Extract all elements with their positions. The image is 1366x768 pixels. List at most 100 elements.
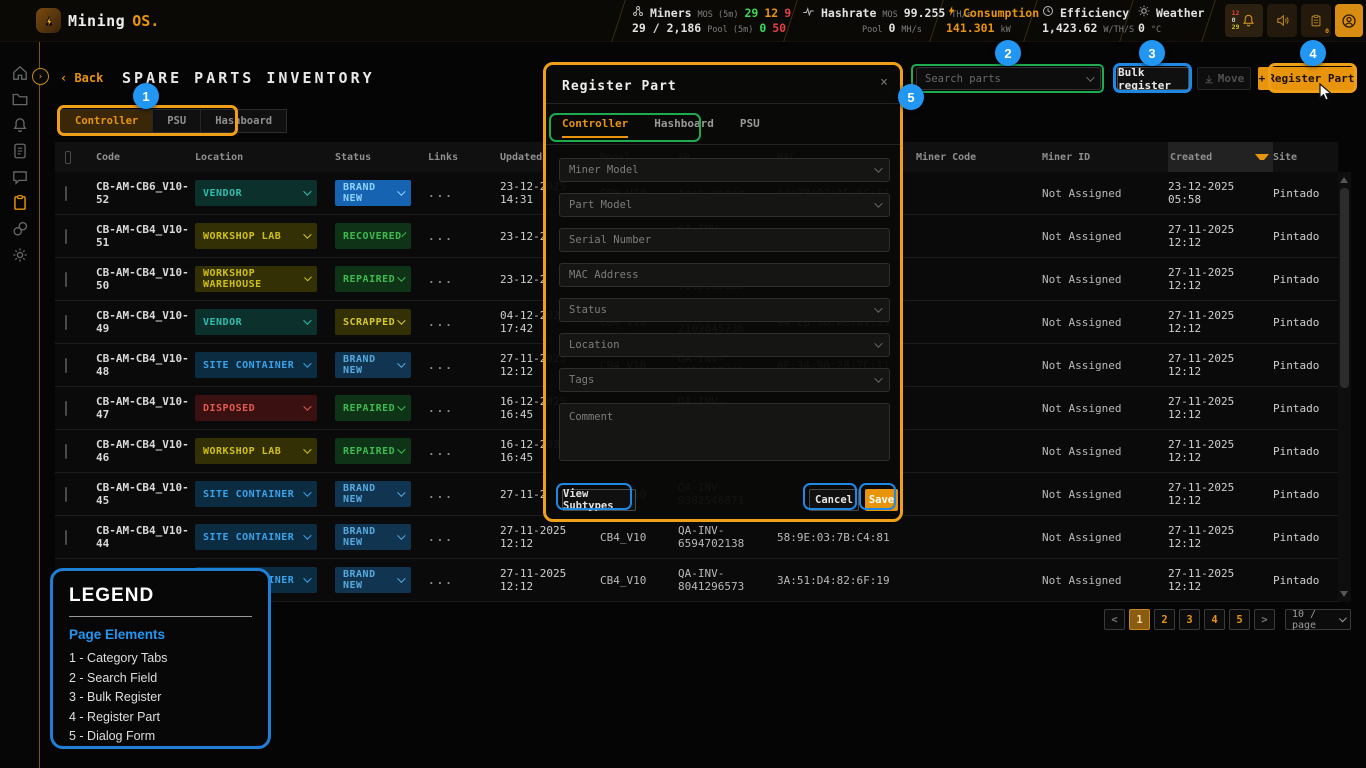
tags-select[interactable]: Tags bbox=[559, 368, 890, 392]
location-dropdown[interactable]: WORKSHOP LAB bbox=[195, 438, 317, 464]
status-dropdown[interactable]: BRAND NEW bbox=[335, 180, 411, 206]
row-links-menu[interactable]: ... bbox=[428, 273, 500, 286]
row-links-menu[interactable]: ... bbox=[428, 531, 500, 544]
tab-psu[interactable]: PSU bbox=[153, 110, 201, 132]
folder-icon[interactable] bbox=[11, 90, 29, 108]
row-links-menu[interactable]: ... bbox=[428, 574, 500, 587]
miner-model-select[interactable]: Miner Model bbox=[559, 158, 890, 182]
scroll-down-icon[interactable] bbox=[1340, 591, 1348, 597]
row-links-menu[interactable]: ... bbox=[428, 488, 500, 501]
mac-address-input[interactable]: MAC Address bbox=[559, 263, 890, 287]
sidebar-expand-button[interactable]: › bbox=[32, 68, 49, 85]
row-checkbox[interactable] bbox=[65, 401, 67, 416]
cancel-button[interactable]: Cancel bbox=[809, 489, 859, 511]
location-dropdown[interactable]: SITE CONTAINER bbox=[195, 524, 317, 550]
row-checkbox[interactable] bbox=[65, 358, 67, 373]
search-input[interactable]: Search parts bbox=[916, 67, 1101, 90]
row-checkbox[interactable] bbox=[65, 487, 67, 502]
page-2-button[interactable]: 2 bbox=[1154, 609, 1175, 630]
row-links-menu[interactable]: ... bbox=[428, 316, 500, 329]
documents-icon[interactable] bbox=[11, 142, 29, 160]
dialog-tab-psu[interactable]: PSU bbox=[740, 117, 760, 138]
bulk-register-button[interactable]: Bulk register bbox=[1117, 67, 1189, 90]
assets-icon[interactable] bbox=[11, 220, 29, 238]
page-4-button[interactable]: 4 bbox=[1204, 609, 1225, 630]
spare-parts-icon[interactable] bbox=[11, 194, 29, 212]
status-dropdown[interactable]: REPAIRED bbox=[335, 438, 411, 464]
row-links-menu[interactable]: ... bbox=[428, 402, 500, 415]
row-checkbox[interactable] bbox=[65, 229, 67, 244]
comment-textarea[interactable]: Comment bbox=[559, 403, 890, 461]
close-icon[interactable]: × bbox=[880, 75, 888, 90]
legend-item: 1 - Category Tabs bbox=[69, 651, 252, 665]
save-button[interactable]: Save bbox=[865, 489, 898, 511]
alerts-icon[interactable] bbox=[11, 116, 29, 134]
tab-controller[interactable]: Controller bbox=[61, 110, 153, 132]
move-button[interactable]: Move bbox=[1197, 67, 1251, 90]
scrollbar-thumb[interactable] bbox=[1340, 188, 1349, 388]
header-code[interactable]: Code bbox=[96, 152, 195, 163]
status-dropdown[interactable]: REPAIRED bbox=[335, 395, 411, 421]
efficiency-stat: Efficiency 1,423.62 W/TH/S bbox=[1042, 5, 1134, 37]
header-location[interactable]: Location bbox=[195, 152, 335, 163]
row-checkbox[interactable] bbox=[65, 315, 67, 330]
location-dropdown[interactable]: DISPOSED bbox=[195, 395, 317, 421]
table-scrollbar[interactable] bbox=[1338, 172, 1351, 602]
notifications-button[interactable]: 12 0 29 bbox=[1225, 4, 1263, 37]
status-dropdown[interactable]: BRAND NEW bbox=[335, 524, 411, 550]
location-select[interactable]: Location bbox=[559, 333, 890, 357]
status-dropdown[interactable]: BRAND NEW bbox=[335, 481, 411, 507]
location-dropdown[interactable]: VENDOR bbox=[195, 180, 317, 206]
header-links[interactable]: Links bbox=[428, 152, 500, 163]
tab-hashboard[interactable]: Hashboard bbox=[201, 110, 286, 132]
dialog-tab-hashboard[interactable]: Hashboard bbox=[654, 117, 714, 138]
account-button[interactable] bbox=[1335, 4, 1363, 37]
page-5-button[interactable]: 5 bbox=[1229, 609, 1250, 630]
row-links-menu[interactable]: ... bbox=[428, 359, 500, 372]
select-all-checkbox[interactable] bbox=[65, 151, 71, 164]
location-dropdown[interactable]: SITE CONTAINER bbox=[195, 352, 317, 378]
next-page-button[interactable]: > bbox=[1254, 609, 1275, 630]
page-1-button[interactable]: 1 bbox=[1129, 609, 1150, 630]
view-subtypes-button[interactable]: View Subtypes bbox=[562, 489, 636, 511]
location-dropdown[interactable]: WORKSHOP WAREHOUSE bbox=[195, 266, 317, 292]
settings-icon[interactable] bbox=[11, 246, 29, 264]
app-logo[interactable]: Mining OS. bbox=[36, 8, 159, 33]
sound-button[interactable] bbox=[1267, 4, 1297, 37]
status-select[interactable]: Status bbox=[559, 298, 890, 322]
status-dropdown[interactable]: BRAND NEW bbox=[335, 567, 411, 593]
status-dropdown[interactable]: RECOVERED bbox=[335, 223, 411, 249]
scroll-up-icon[interactable] bbox=[1340, 177, 1348, 183]
header-created[interactable]: Created bbox=[1168, 142, 1273, 172]
messages-icon[interactable] bbox=[11, 168, 29, 186]
back-button[interactable]: ‹ Back bbox=[60, 71, 103, 85]
chevron-down-icon bbox=[303, 359, 311, 367]
home-icon[interactable] bbox=[11, 64, 29, 82]
dialog-tab-controller[interactable]: Controller bbox=[562, 117, 628, 138]
location-dropdown[interactable]: VENDOR bbox=[195, 309, 317, 335]
row-checkbox[interactable] bbox=[65, 530, 67, 545]
page-3-button[interactable]: 3 bbox=[1179, 609, 1200, 630]
header-miner-id[interactable]: Miner ID bbox=[1042, 152, 1168, 163]
header-miner-code[interactable]: Miner Code bbox=[916, 152, 1042, 163]
status-dropdown[interactable]: SCRAPPED bbox=[335, 309, 411, 335]
status-dropdown[interactable]: REPAIRED bbox=[335, 266, 411, 292]
register-part-button[interactable]: + Register Part bbox=[1258, 67, 1355, 90]
reports-button[interactable]: 0 bbox=[1301, 4, 1331, 37]
row-checkbox[interactable] bbox=[65, 186, 67, 201]
row-links-menu[interactable]: ... bbox=[428, 187, 500, 200]
table-row[interactable]: CB-AM-CB4_V10-44 SITE CONTAINER BRAND NE… bbox=[55, 516, 1338, 559]
serial-number-input[interactable]: Serial Number bbox=[559, 228, 890, 252]
location-dropdown[interactable]: WORKSHOP LAB bbox=[195, 223, 317, 249]
row-checkbox[interactable] bbox=[65, 444, 67, 459]
row-checkbox[interactable] bbox=[65, 272, 67, 287]
page-size-select[interactable]: 10 / page bbox=[1285, 609, 1351, 630]
prev-page-button[interactable]: < bbox=[1104, 609, 1125, 630]
header-site[interactable]: Site bbox=[1273, 152, 1338, 163]
location-dropdown[interactable]: SITE CONTAINER bbox=[195, 481, 317, 507]
row-links-menu[interactable]: ... bbox=[428, 230, 500, 243]
header-status[interactable]: Status bbox=[335, 152, 428, 163]
status-dropdown[interactable]: BRAND NEW bbox=[335, 352, 411, 378]
part-model-select[interactable]: Part Model bbox=[559, 193, 890, 217]
row-links-menu[interactable]: ... bbox=[428, 445, 500, 458]
